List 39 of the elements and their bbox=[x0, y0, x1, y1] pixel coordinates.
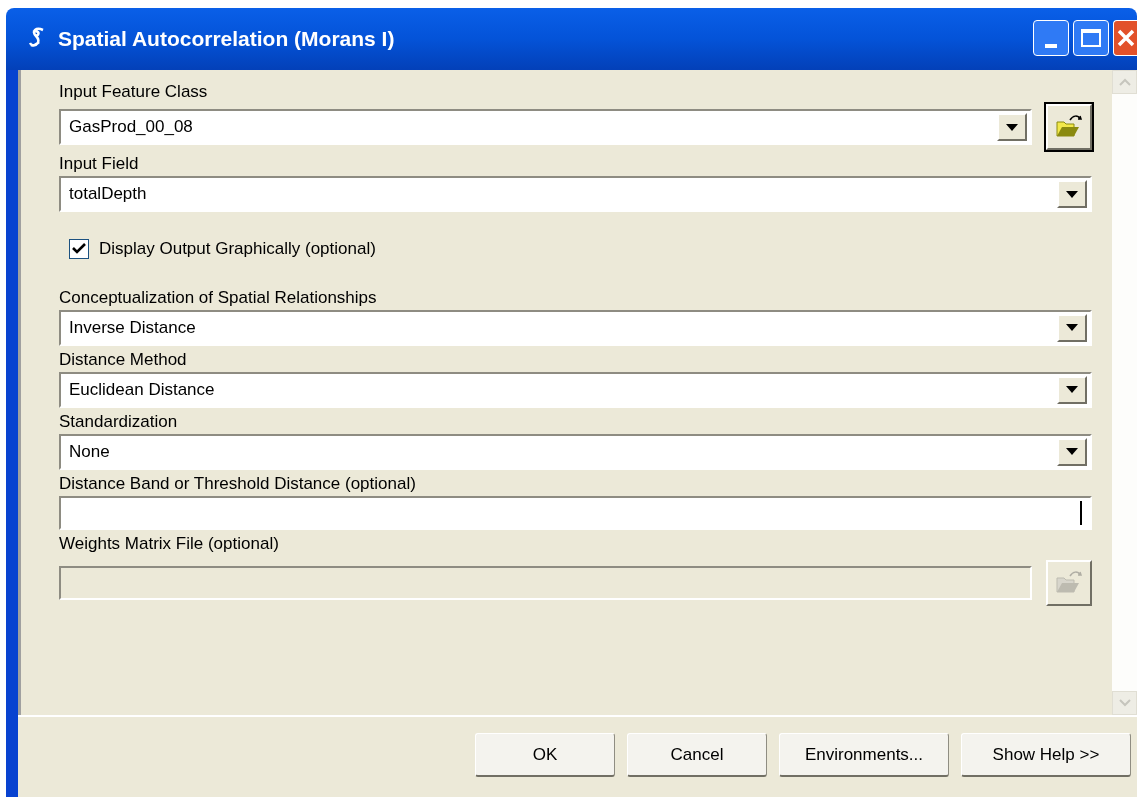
field-label: Input Feature Class bbox=[59, 82, 208, 103]
up-chevron-icon bbox=[1118, 78, 1131, 86]
down-triangle-icon bbox=[1066, 324, 1078, 331]
dropdown-button[interactable] bbox=[1057, 180, 1087, 208]
minimize-button[interactable] bbox=[1033, 20, 1069, 56]
down-chevron-icon bbox=[1118, 699, 1131, 707]
close-button[interactable] bbox=[1113, 20, 1137, 56]
field-label: Weights Matrix File (optional) bbox=[59, 533, 279, 555]
dropdown-button[interactable] bbox=[1057, 437, 1087, 466]
dropdown-field[interactable]: Euclidean Distance bbox=[59, 371, 1092, 408]
checkbox-label: Display Output Graphically (optional) bbox=[99, 238, 376, 260]
dropdown-field[interactable]: Inverse Distance bbox=[59, 309, 1092, 346]
dropdown-field[interactable]: GasProd_00_08 bbox=[59, 109, 1032, 145]
field-label: Distance Band or Threshold Distance (optional) bbox=[59, 473, 416, 495]
folder-icon bbox=[1055, 114, 1083, 140]
dialog-button[interactable]: Show Help >> bbox=[961, 733, 1131, 777]
input-field[interactable] bbox=[59, 495, 1092, 530]
field-label: Conceptualization of Spatial Relationships bbox=[59, 287, 377, 309]
window-title: Spatial Autocorrelation (Morans I) bbox=[58, 26, 396, 53]
field-label: Input Field bbox=[59, 154, 139, 175]
down-triangle-icon bbox=[1066, 448, 1078, 455]
down-triangle-icon bbox=[1066, 190, 1078, 198]
close-icon bbox=[1116, 28, 1136, 48]
down-triangle-icon bbox=[1066, 386, 1078, 393]
browse-button[interactable] bbox=[1046, 104, 1092, 150]
folder-icon bbox=[1055, 569, 1083, 596]
field-label: Distance Method bbox=[59, 349, 187, 371]
field-label: Standardization bbox=[59, 411, 178, 433]
maximize-button[interactable] bbox=[1073, 20, 1109, 56]
checkbox[interactable] bbox=[69, 238, 89, 259]
dialog-button[interactable]: Environments... bbox=[779, 733, 949, 777]
dropdown-field[interactable]: None bbox=[59, 433, 1092, 470]
dialog-button[interactable]: OK bbox=[475, 733, 615, 777]
dropdown-button[interactable] bbox=[997, 113, 1027, 141]
down-triangle-icon bbox=[1006, 123, 1018, 131]
dropdown-button[interactable] bbox=[1057, 313, 1087, 342]
dropdown-field[interactable]: totalDepth bbox=[59, 176, 1092, 212]
dropdown-button[interactable] bbox=[1057, 375, 1087, 404]
dialog-button[interactable]: Cancel bbox=[627, 733, 767, 777]
